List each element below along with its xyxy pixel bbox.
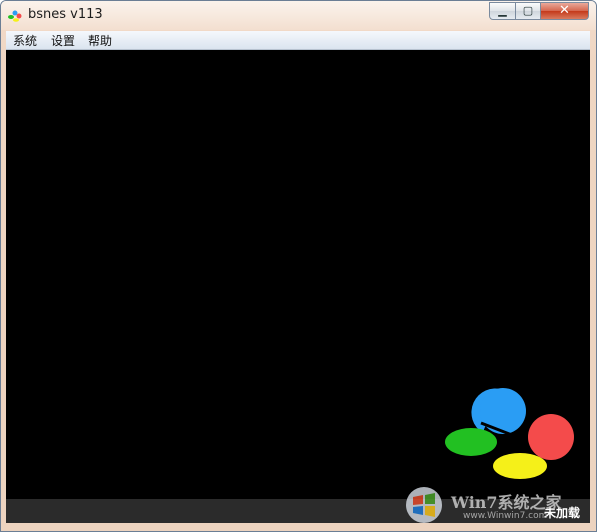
snes-logo-icon [445, 388, 574, 479]
watermark: Win7系统之家 www.Winwin7.com [399, 483, 589, 527]
menu-bar: 系统 设置 帮助 [6, 31, 590, 50]
minimize-icon: ▁ [498, 4, 507, 17]
close-icon: ✕ [559, 3, 570, 18]
maximize-icon: ▢ [522, 4, 534, 17]
menu-settings[interactable]: 设置 [51, 32, 75, 49]
windows-logo-icon [406, 487, 442, 523]
minimize-button[interactable]: ▁ [489, 2, 516, 20]
watermark-text: Win7系统之家 [451, 493, 562, 512]
title-bar[interactable]: bsnes v113 ▁ ▢ ✕ [1, 1, 596, 30]
maximize-button[interactable]: ▢ [515, 2, 541, 20]
app-window: bsnes v113 ▁ ▢ ✕ 系统 设置 帮助 未加载 Win7系统之家 w… [0, 0, 597, 532]
watermark-subtext: www.Winwin7.com [463, 511, 548, 521]
menu-system[interactable]: 系统 [13, 32, 37, 49]
menu-help[interactable]: 帮助 [88, 32, 112, 49]
window-title: bsnes v113 [28, 7, 103, 22]
close-button[interactable]: ✕ [540, 2, 589, 20]
bsnes-app-icon [8, 10, 22, 22]
